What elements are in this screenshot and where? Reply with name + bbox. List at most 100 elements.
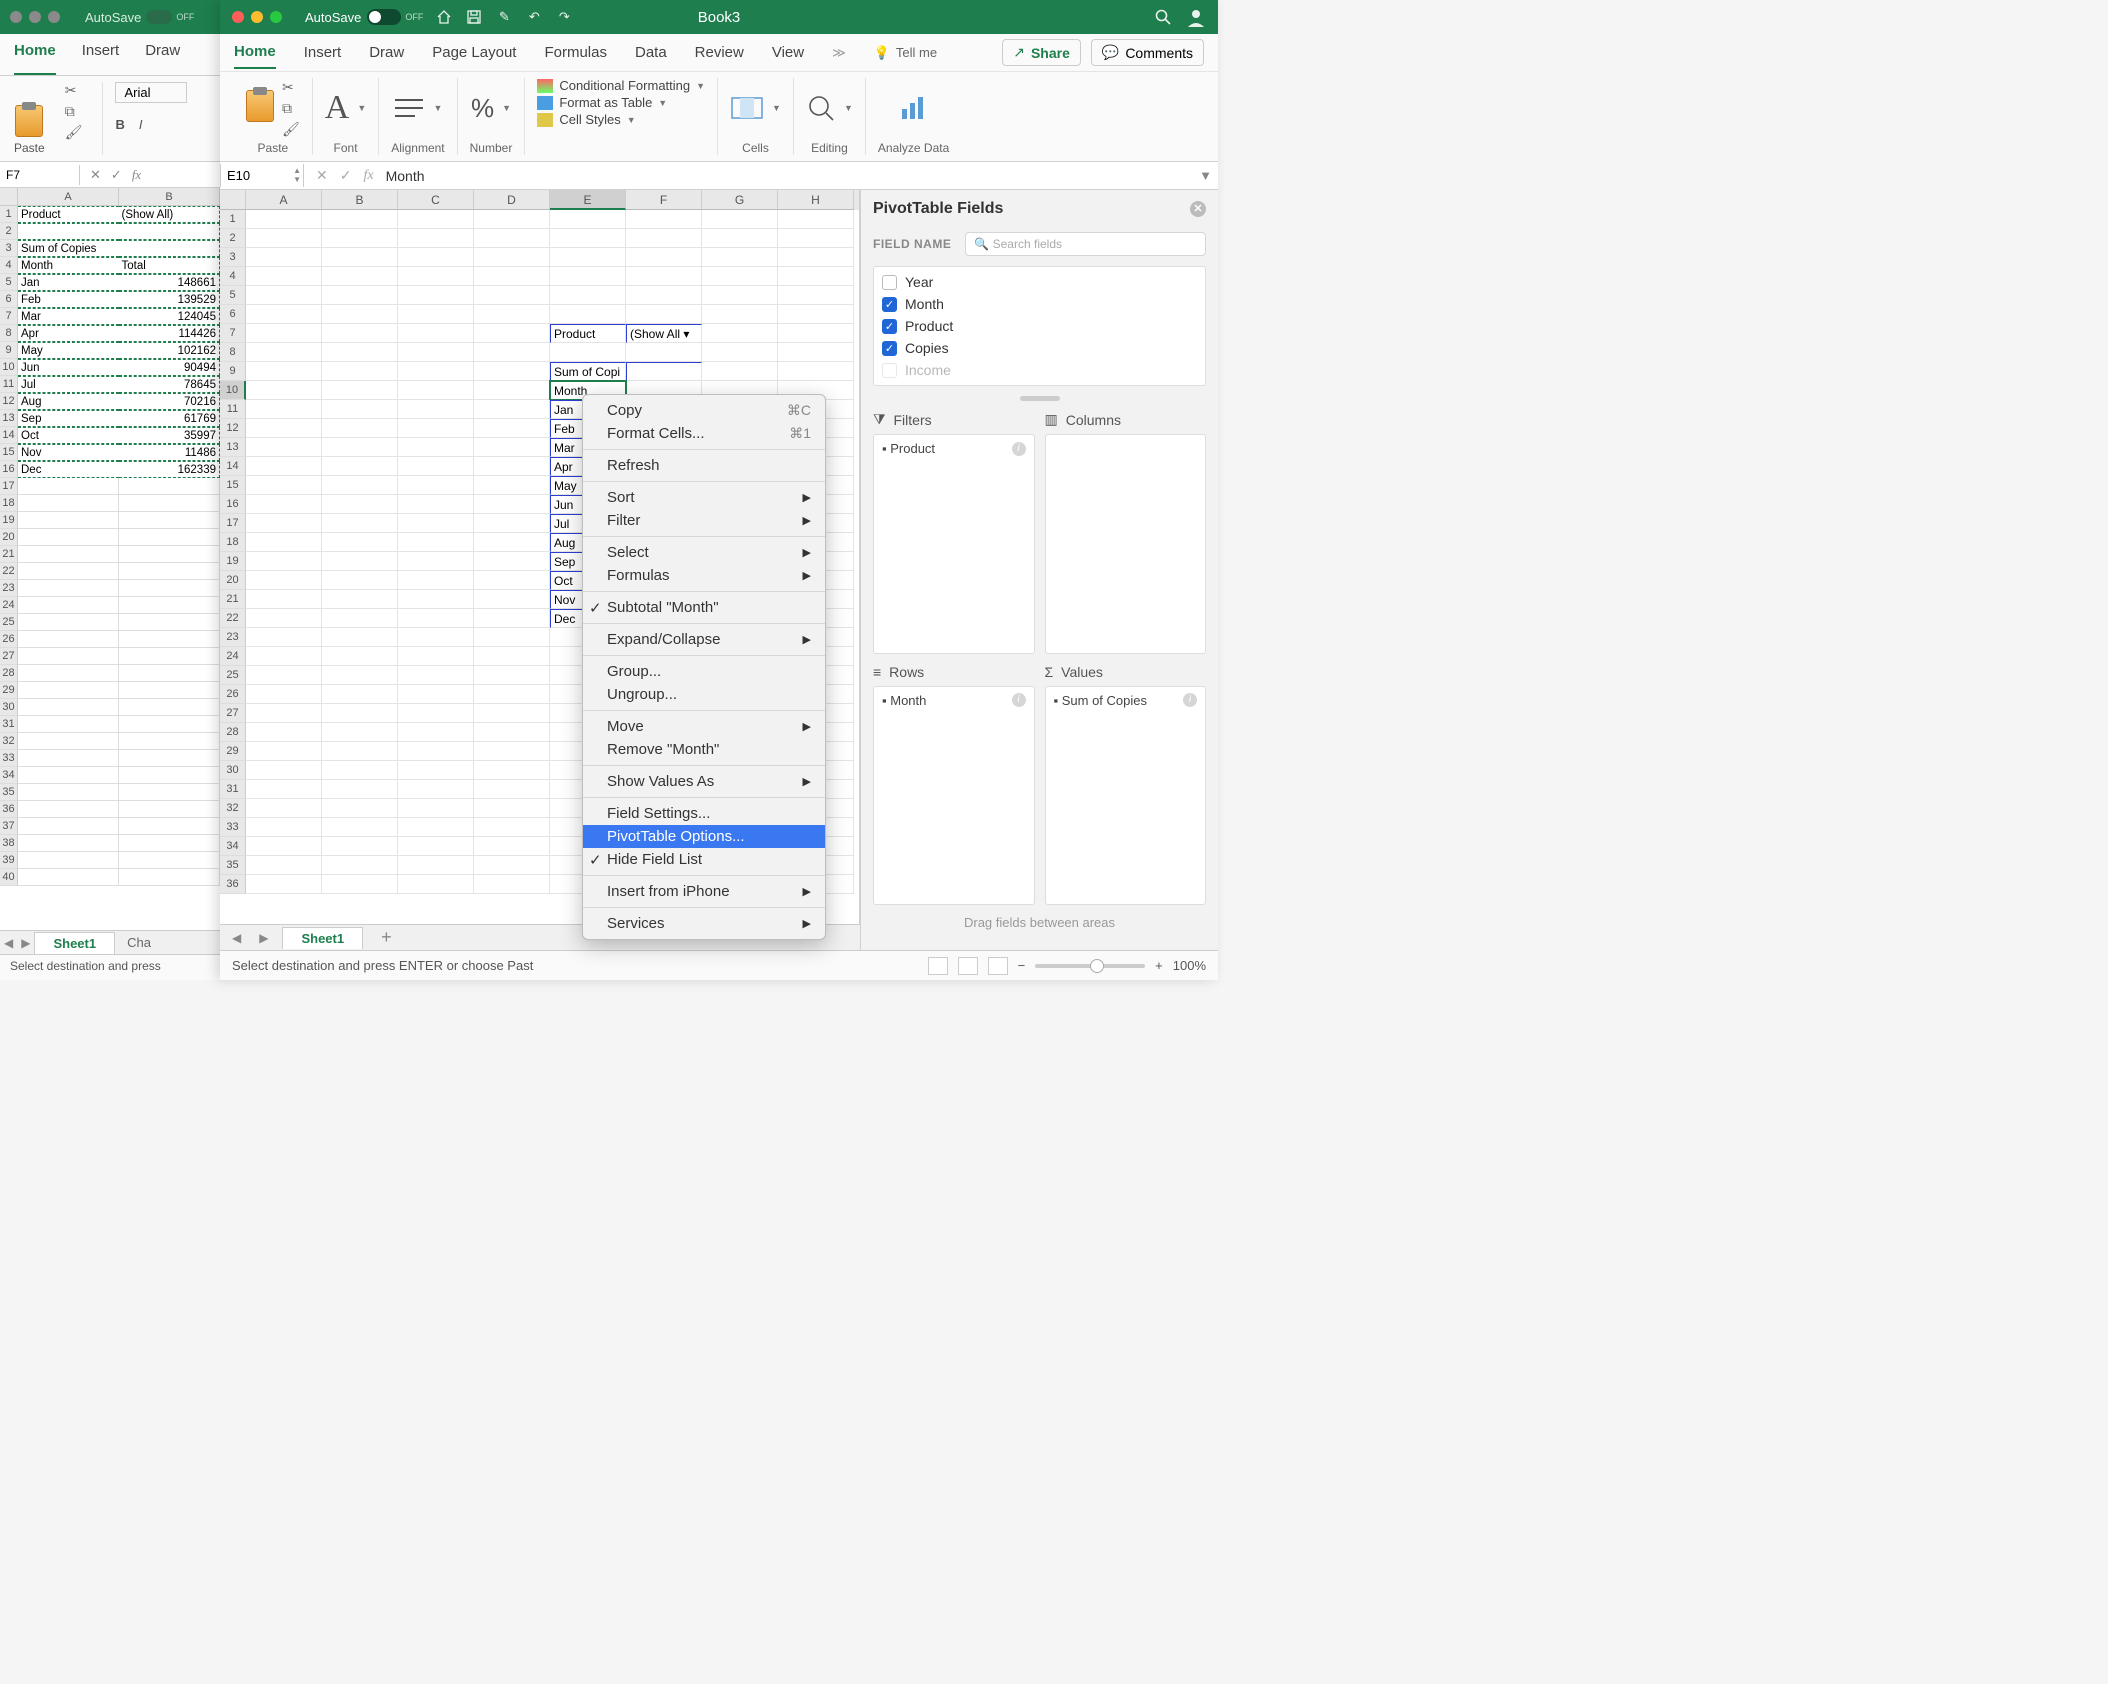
- back-col-b[interactable]: B: [119, 188, 220, 205]
- grid-cell[interactable]: [246, 514, 322, 533]
- back-autosave-toggle[interactable]: [146, 10, 172, 24]
- grid-cell[interactable]: [474, 799, 550, 818]
- row-header[interactable]: 31: [220, 780, 246, 799]
- grid-cell[interactable]: [322, 248, 398, 267]
- grid-cell[interactable]: [246, 647, 322, 666]
- grid-cell[interactable]: [398, 533, 474, 552]
- grid-cell[interactable]: [246, 457, 322, 476]
- zoom-slider[interactable]: [1035, 964, 1145, 968]
- grid-cell[interactable]: [322, 305, 398, 324]
- grid-cell[interactable]: [246, 476, 322, 495]
- grid-cell[interactable]: [322, 666, 398, 685]
- row-header[interactable]: 26: [220, 685, 246, 704]
- back-row-header[interactable]: 17: [0, 478, 18, 495]
- col-header-h[interactable]: H: [778, 190, 854, 210]
- cm-sort[interactable]: Sort▶: [583, 486, 825, 509]
- grid-cell[interactable]: [246, 305, 322, 324]
- cm-services[interactable]: Services▶: [583, 912, 825, 935]
- back-row-header[interactable]: 4: [0, 257, 18, 274]
- back-cell[interactable]: May: [18, 342, 119, 359]
- grid-cell[interactable]: [626, 362, 702, 381]
- grid-cell[interactable]: [702, 267, 778, 286]
- row-header[interactable]: 6: [220, 305, 246, 324]
- editing-icon[interactable]: [806, 93, 836, 123]
- row-header[interactable]: 14: [220, 457, 246, 476]
- account-icon[interactable]: [1186, 7, 1206, 27]
- grid-cell[interactable]: [398, 229, 474, 248]
- back-row-header[interactable]: 12: [0, 393, 18, 410]
- row-header[interactable]: 8: [220, 343, 246, 362]
- back-cell[interactable]: 114426: [119, 325, 221, 342]
- grid-cell[interactable]: [246, 381, 322, 400]
- grid-cell[interactable]: [246, 400, 322, 419]
- font-selector[interactable]: Arial: [115, 82, 187, 103]
- back-row-header[interactable]: 18: [0, 495, 18, 512]
- cm-refresh[interactable]: Refresh: [583, 454, 825, 477]
- grid-cell[interactable]: [246, 533, 322, 552]
- grid-cell[interactable]: [474, 761, 550, 780]
- row-header[interactable]: 12: [220, 419, 246, 438]
- grid-cell[interactable]: [246, 723, 322, 742]
- grid-cell[interactable]: [474, 229, 550, 248]
- tab-data[interactable]: Data: [635, 44, 667, 61]
- back-cell[interactable]: Product: [18, 206, 119, 223]
- grid-cell[interactable]: [246, 685, 322, 704]
- back-cell[interactable]: 70216: [119, 393, 221, 410]
- info-icon[interactable]: i: [1012, 693, 1026, 707]
- cm-filter[interactable]: Filter▶: [583, 509, 825, 532]
- grid-cell[interactable]: [322, 533, 398, 552]
- back-tab-insert[interactable]: Insert: [82, 42, 120, 75]
- back-cell[interactable]: (Show All): [119, 206, 221, 223]
- back-cell[interactable]: 139529: [119, 291, 221, 308]
- grid-cell[interactable]: [398, 704, 474, 723]
- grid-cell[interactable]: [246, 229, 322, 248]
- back-cell[interactable]: Nov: [18, 444, 119, 461]
- traffic-light-minimize[interactable]: [251, 11, 263, 23]
- back-row-header[interactable]: 9: [0, 342, 18, 359]
- grid-cell[interactable]: [398, 381, 474, 400]
- grid-cell[interactable]: [246, 495, 322, 514]
- grid-cell[interactable]: [322, 723, 398, 742]
- grid-cell[interactable]: [246, 362, 322, 381]
- alignment-icon[interactable]: [393, 96, 425, 120]
- back-name-box[interactable]: F7: [0, 165, 80, 185]
- traffic-light-close[interactable]: [232, 11, 244, 23]
- back-cell[interactable]: Sep: [18, 410, 119, 427]
- row-header[interactable]: 24: [220, 647, 246, 666]
- grid-cell[interactable]: [626, 248, 702, 267]
- filter-item-product[interactable]: ▪ Producti: [878, 439, 1030, 458]
- grid-cell[interactable]: [398, 856, 474, 875]
- back-row-header[interactable]: 33: [0, 750, 18, 767]
- traffic-light-zoom[interactable]: [270, 11, 282, 23]
- grid-cell[interactable]: [474, 552, 550, 571]
- row-header[interactable]: 21: [220, 590, 246, 609]
- copy-icon[interactable]: ⧉: [65, 103, 83, 120]
- row-header[interactable]: 1: [220, 210, 246, 229]
- search-icon[interactable]: [1154, 8, 1172, 26]
- undo-icon[interactable]: ↶: [525, 8, 543, 26]
- grid-cell[interactable]: [322, 780, 398, 799]
- back-row-header[interactable]: 14: [0, 427, 18, 444]
- row-header[interactable]: 36: [220, 875, 246, 894]
- back-spreadsheet-grid[interactable]: A B 1 Product (Show All)2 3 Sum of Copie…: [0, 188, 220, 924]
- grid-cell[interactable]: [474, 343, 550, 362]
- field-year[interactable]: Year: [874, 271, 1205, 293]
- grid-cell[interactable]: [322, 438, 398, 457]
- row-header[interactable]: 34: [220, 837, 246, 856]
- grid-cell[interactable]: [474, 362, 550, 381]
- cm-show-values[interactable]: Show Values As▶: [583, 770, 825, 793]
- col-header-b[interactable]: B: [322, 190, 398, 210]
- grid-cell[interactable]: [322, 647, 398, 666]
- grid-cell[interactable]: [398, 780, 474, 799]
- grid-cell[interactable]: [322, 571, 398, 590]
- cell-styles-button[interactable]: Cell Styles ▼: [537, 112, 705, 127]
- grid-cell[interactable]: [474, 856, 550, 875]
- font-letter-icon[interactable]: A: [325, 89, 350, 127]
- grid-cell[interactable]: [398, 571, 474, 590]
- grid-cell[interactable]: [474, 571, 550, 590]
- back-row-header[interactable]: 37: [0, 818, 18, 835]
- copy-icon[interactable]: ⧉: [282, 100, 300, 117]
- back-tab-draw[interactable]: Draw: [145, 42, 180, 75]
- cm-move[interactable]: Move▶: [583, 715, 825, 738]
- row-header[interactable]: 19: [220, 552, 246, 571]
